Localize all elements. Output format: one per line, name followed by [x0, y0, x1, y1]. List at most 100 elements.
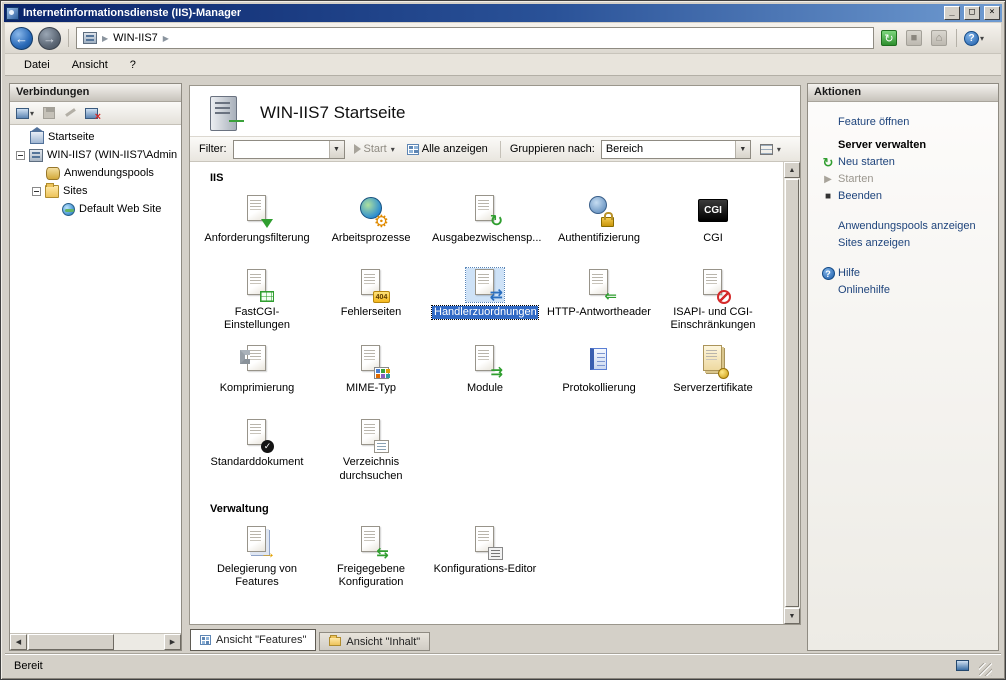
feature-tile-handler-mappings[interactable]: Handlerzuordnungen	[428, 266, 542, 332]
resize-grip[interactable]	[979, 663, 992, 676]
stop-label: Beenden	[838, 190, 882, 202]
manage-server-heading: Server verwalten	[838, 139, 990, 151]
help-link[interactable]: ? Hilfe	[838, 267, 990, 279]
feature-tile-compression[interactable]: Komprimierung	[200, 342, 314, 406]
tree-item-default-web-site[interactable]: Default Web Site	[10, 200, 181, 218]
page-header: WIN-IIS7 Startseite	[190, 86, 800, 136]
back-button[interactable]: ←	[10, 27, 33, 50]
view-selector-button[interactable]: ▾	[757, 142, 784, 157]
application-window: Internetinformationsdienste (IIS)-Manage…	[0, 0, 1006, 680]
tab-content-view[interactable]: Ansicht "Inhalt"	[319, 632, 430, 651]
refresh-button[interactable]: ↻	[879, 28, 899, 48]
stop-link[interactable]: ■ Beenden	[838, 190, 990, 202]
feature-tile-output-caching[interactable]: Ausgabezwischensp...	[428, 192, 542, 256]
tree-label: WIN-IIS7 (WIN-IIS7\Admin	[47, 149, 177, 161]
cgi-icon	[694, 194, 732, 228]
scroll-right-button[interactable]: ▶	[164, 634, 181, 650]
feature-label: Anforderungsfilterung	[204, 232, 309, 245]
scroll-down-button[interactable]: ▼	[784, 608, 800, 624]
feature-tile-mime-types[interactable]: MIME-Typ	[314, 342, 428, 406]
connections-header: Verbindungen	[10, 84, 181, 102]
feature-tile-server-certificates[interactable]: Serverzertifikate	[656, 342, 770, 406]
save-connections-button[interactable]	[43, 107, 55, 119]
feature-tile-error-pages[interactable]: Fehlerseiten	[314, 266, 428, 332]
app-pools-icon	[46, 167, 60, 180]
output-caching-icon	[466, 194, 504, 228]
home-icon	[30, 131, 44, 144]
feature-tile-configuration-editor[interactable]: Konfigurations-Editor	[428, 523, 542, 589]
tree-item-sites[interactable]: Sites	[10, 182, 181, 200]
collapse-icon[interactable]	[16, 151, 25, 160]
forward-button[interactable]: →	[38, 27, 61, 50]
show-app-pools-link[interactable]: Anwendungspools anzeigen	[838, 220, 990, 232]
menu-hilfe[interactable]: ?	[119, 56, 147, 74]
feature-tile-worker-processes[interactable]: Arbeitsprozesse	[314, 192, 428, 256]
chevron-down-icon[interactable]: ▼	[329, 141, 344, 158]
connections-panel: Verbindungen ▾ Startseite	[9, 83, 182, 651]
show-sites-link[interactable]: Sites anzeigen	[838, 237, 990, 249]
menu-datei[interactable]: Datei	[13, 56, 61, 74]
feature-tile-shared-configuration[interactable]: Freigegebene Konfiguration	[314, 523, 428, 589]
tree-item-server[interactable]: WIN-IIS7 (WIN-IIS7\Admin	[10, 146, 181, 164]
collapse-icon[interactable]	[32, 187, 41, 196]
rename-connection-button[interactable]	[64, 107, 76, 119]
scrollbar-track[interactable]	[115, 634, 164, 650]
restart-link[interactable]: ↻ Neu starten	[838, 156, 990, 168]
view-selector-icon	[760, 144, 773, 155]
show-all-icon	[407, 144, 419, 155]
stop-button[interactable]: ■	[904, 28, 924, 48]
feature-tile-request-filtering[interactable]: Anforderungsfilterung	[200, 192, 314, 256]
actions-header: Aktionen	[808, 84, 998, 102]
browse-button[interactable]: ⌂	[929, 28, 949, 48]
open-feature-link[interactable]: Feature öffnen	[838, 116, 990, 128]
feature-tile-cgi[interactable]: CGI	[656, 192, 770, 256]
feature-tile-http-response-headers[interactable]: HTTP-Antwortheader	[542, 266, 656, 332]
feature-tile-default-document[interactable]: Standarddokument	[200, 416, 314, 482]
chevron-down-icon: ▾	[980, 34, 984, 43]
show-all-button[interactable]: Alle anzeigen	[404, 141, 491, 157]
breadcrumb-server[interactable]: WIN-IIS7	[113, 32, 158, 44]
feature-tile-modules[interactable]: Module	[428, 342, 542, 406]
start-label: Starten	[838, 173, 873, 185]
tab-features-view[interactable]: Ansicht "Features"	[190, 629, 316, 651]
delete-connection-button[interactable]	[85, 108, 98, 119]
status-text: Bereit	[14, 660, 43, 672]
title-bar[interactable]: Internetinformationsdienste (IIS)-Manage…	[4, 4, 1002, 22]
go-icon	[354, 144, 361, 154]
scrollbar-thumb[interactable]	[785, 179, 799, 607]
feature-tile-authentication[interactable]: Authentifizierung	[542, 192, 656, 256]
feature-tile-isapi-cgi-restrictions[interactable]: ISAPI- und CGI-Einschränkungen	[656, 266, 770, 332]
menu-ansicht[interactable]: Ansicht	[61, 56, 119, 74]
go-button[interactable]: Start ▾	[351, 141, 398, 157]
start-link[interactable]: ▶ Starten	[838, 173, 990, 185]
handler-mappings-icon	[466, 268, 504, 302]
vertical-scrollbar[interactable]: ▲ ▼	[783, 162, 800, 624]
actions-list: Feature öffnen Server verwalten ↻ Neu st…	[808, 102, 998, 650]
feature-tile-directory-browsing[interactable]: Verzeichnis durchsuchen	[314, 416, 428, 482]
scroll-left-button[interactable]: ◀	[10, 634, 27, 650]
maximize-button[interactable]: □	[964, 6, 980, 20]
feature-tile-logging[interactable]: Protokollierung	[542, 342, 656, 406]
chevron-down-icon[interactable]: ▼	[735, 141, 750, 158]
tree-item-anwendungspools[interactable]: Anwendungspools	[10, 164, 181, 182]
scroll-up-button[interactable]: ▲	[784, 162, 800, 178]
status-monitor-icon	[956, 660, 969, 671]
horizontal-scrollbar[interactable]: ◀ ▶	[10, 633, 181, 650]
features-view-icon	[200, 635, 211, 645]
feature-tile-fastcgi[interactable]: FastCGI-Einstellungen	[200, 266, 314, 332]
window-title: Internetinformationsdienste (IIS)-Manage…	[23, 7, 940, 19]
online-help-link[interactable]: Onlinehilfe	[838, 284, 990, 296]
feature-tile-feature-delegation[interactable]: Delegierung von Features	[200, 523, 314, 589]
features-area: IIS Anforderungsfilterung Arbeitsprozess…	[190, 162, 800, 624]
tree-item-startseite[interactable]: Startseite	[10, 128, 181, 146]
scrollbar-thumb[interactable]	[28, 634, 114, 650]
close-button[interactable]: ×	[984, 6, 1000, 20]
minimize-button[interactable]: _	[944, 6, 960, 20]
feature-label: Komprimierung	[220, 382, 295, 395]
new-connection-button[interactable]: ▾	[16, 108, 34, 119]
address-bar[interactable]: ▶ WIN-IIS7 ▶	[76, 27, 874, 49]
feature-label: Delegierung von Features	[204, 563, 310, 589]
help-button[interactable]: ? ▾	[964, 28, 984, 48]
filter-input[interactable]: ▼	[233, 140, 345, 159]
group-by-select[interactable]: Bereich ▼	[601, 140, 751, 159]
